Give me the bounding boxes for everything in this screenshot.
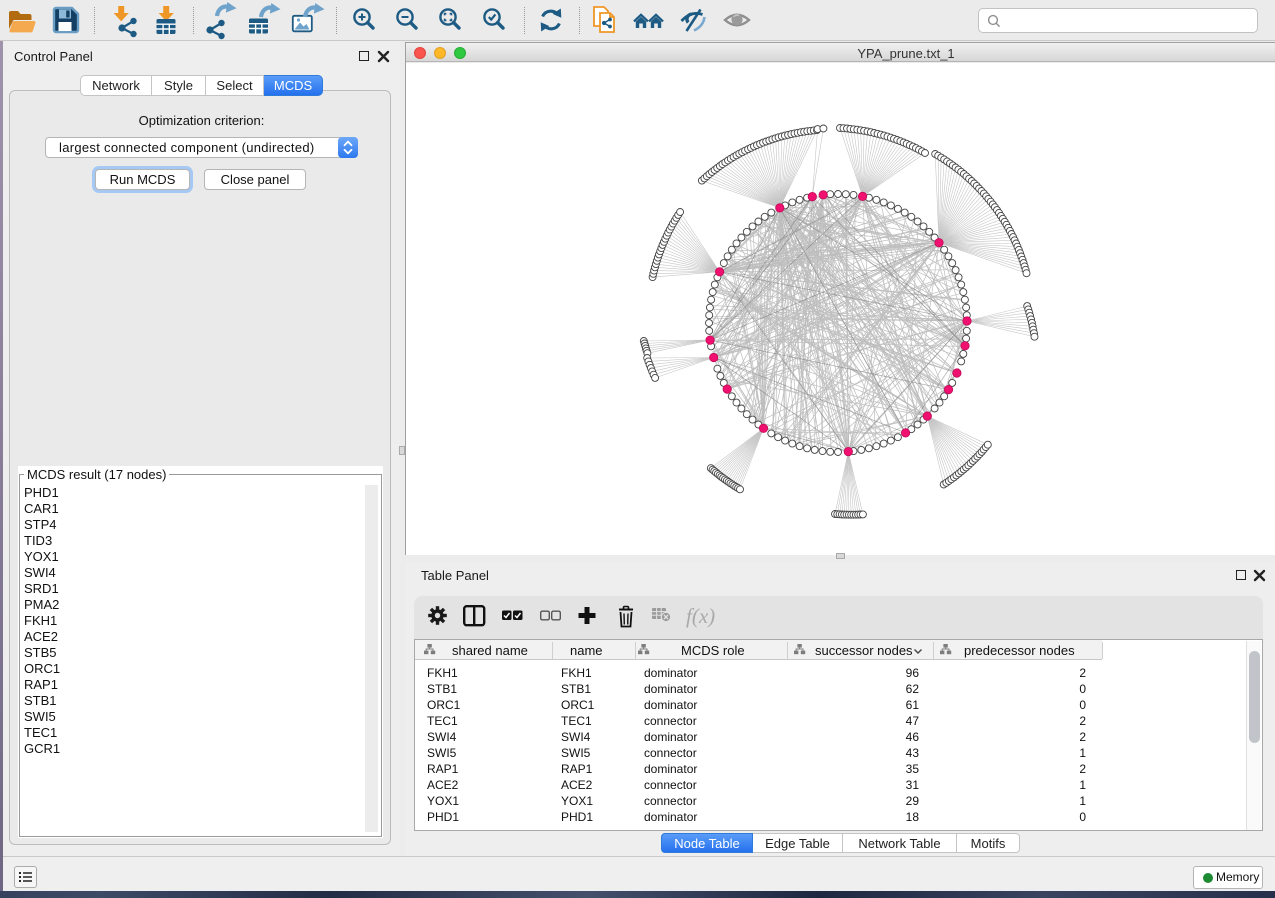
svg-text:f(x): f(x) (686, 604, 715, 628)
